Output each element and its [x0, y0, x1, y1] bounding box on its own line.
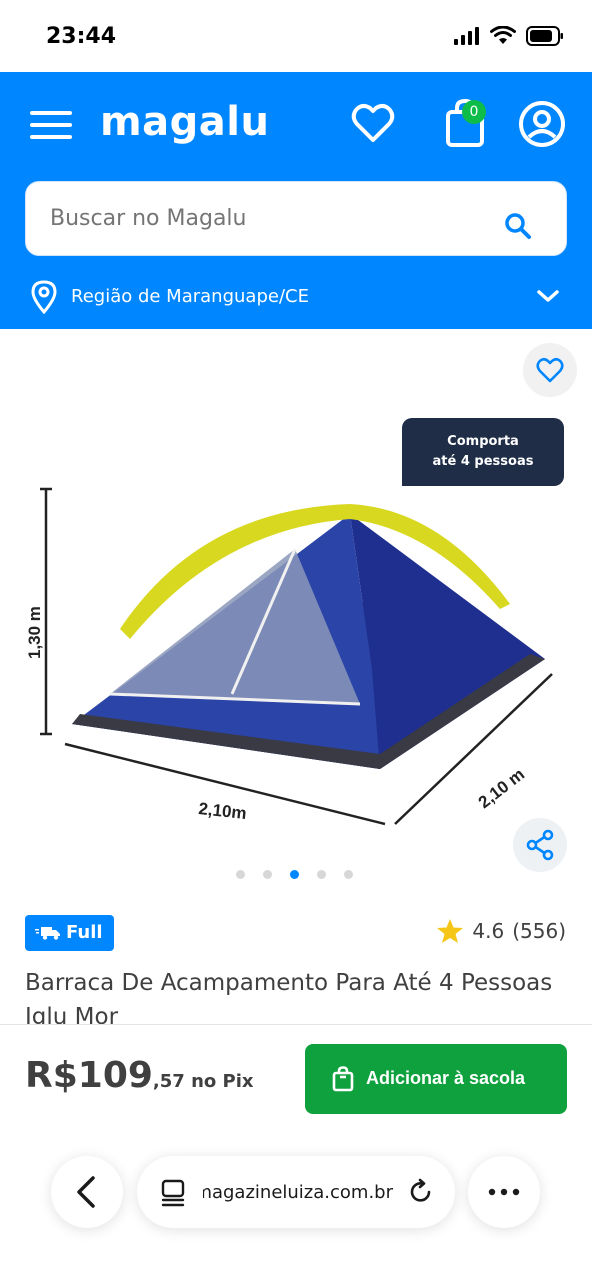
add-to-bag-label: Adicionar à sacola: [366, 1068, 526, 1088]
buy-bar: R$109,57 no Pix Adicionar à sacola: [0, 1024, 592, 1280]
reload-icon[interactable]: [407, 1178, 435, 1206]
full-shipping-badge: Full: [25, 915, 114, 951]
menu-icon[interactable]: [30, 110, 72, 140]
dim-depth-label: 2,10 m: [475, 765, 528, 813]
truck-icon: [35, 927, 60, 940]
status-time: 23:44: [46, 24, 117, 49]
star-icon: [437, 919, 464, 943]
review-count: (556): [512, 919, 566, 943]
favorites-icon[interactable]: [350, 100, 396, 146]
product-title: Barraca De Acampamento Para Até 4 Pessoa…: [25, 970, 553, 1024]
tent-image: 1,30 m 2,10m 2,10 m: [25, 487, 553, 826]
gallery-dot[interactable]: [344, 870, 353, 879]
search-input[interactable]: [50, 206, 470, 231]
dim-height-label: 1,30 m: [25, 606, 44, 659]
dim-width-label: 2,10m: [198, 799, 248, 823]
gallery-dot[interactable]: [236, 870, 245, 879]
share-button[interactable]: [513, 818, 567, 872]
location-pin-icon: [31, 280, 57, 314]
location-selector[interactable]: Região de Maranguape/CE: [30, 280, 562, 314]
gallery-dot[interactable]: [317, 870, 326, 879]
price-cents: ,57: [152, 1071, 185, 1092]
add-to-bag-button[interactable]: Adicionar à sacola: [305, 1044, 567, 1114]
account-icon[interactable]: [518, 100, 566, 148]
price: R$109,57 no Pix: [25, 1055, 254, 1096]
browser-url-bar[interactable]: magazineluiza.com.br: [137, 1156, 455, 1228]
bag-icon: [332, 1066, 354, 1092]
search-icon[interactable]: [504, 212, 532, 240]
chevron-down-icon[interactable]: [536, 286, 560, 306]
brand-logo[interactable]: magalu: [100, 99, 269, 145]
share-icon: [526, 829, 554, 861]
gallery-dot-active[interactable]: [290, 870, 299, 879]
gallery-dots: [236, 870, 353, 879]
chevron-left-icon: [77, 1176, 95, 1208]
product-gallery[interactable]: Comporta até 4 pessoas 1,30 m 2,10m 2,10…: [0, 329, 592, 899]
gallery-dot[interactable]: [263, 870, 272, 879]
full-badge-label: Full: [66, 922, 103, 943]
status-icons: [454, 26, 564, 46]
header: magalu 0 Região de Maranguape/CE: [0, 72, 592, 329]
product-rating[interactable]: 4.6 (556): [436, 918, 566, 944]
price-main: R$109: [25, 1055, 153, 1096]
browser-more-button[interactable]: [468, 1156, 540, 1228]
location-text: Região de Maranguape/CE: [71, 286, 309, 307]
cart-count-badge: 0: [462, 100, 486, 124]
page-icon: [161, 1179, 185, 1207]
wifi-icon: [490, 26, 516, 44]
search-box[interactable]: [25, 181, 567, 256]
price-pix-label: no Pix: [184, 1071, 254, 1092]
battery-icon: [526, 26, 563, 46]
more-dots-icon: [488, 1188, 520, 1196]
rating-value: 4.6: [472, 919, 505, 943]
status-bar: 23:44: [0, 0, 592, 72]
browser-back-button[interactable]: [51, 1156, 123, 1228]
favorite-product-button[interactable]: [523, 343, 577, 397]
badge-line-1: Comporta: [447, 434, 519, 449]
browser-url-text: magazineluiza.com.br: [203, 1182, 393, 1203]
signal-icon: [454, 27, 479, 45]
heart-icon: [536, 357, 564, 383]
